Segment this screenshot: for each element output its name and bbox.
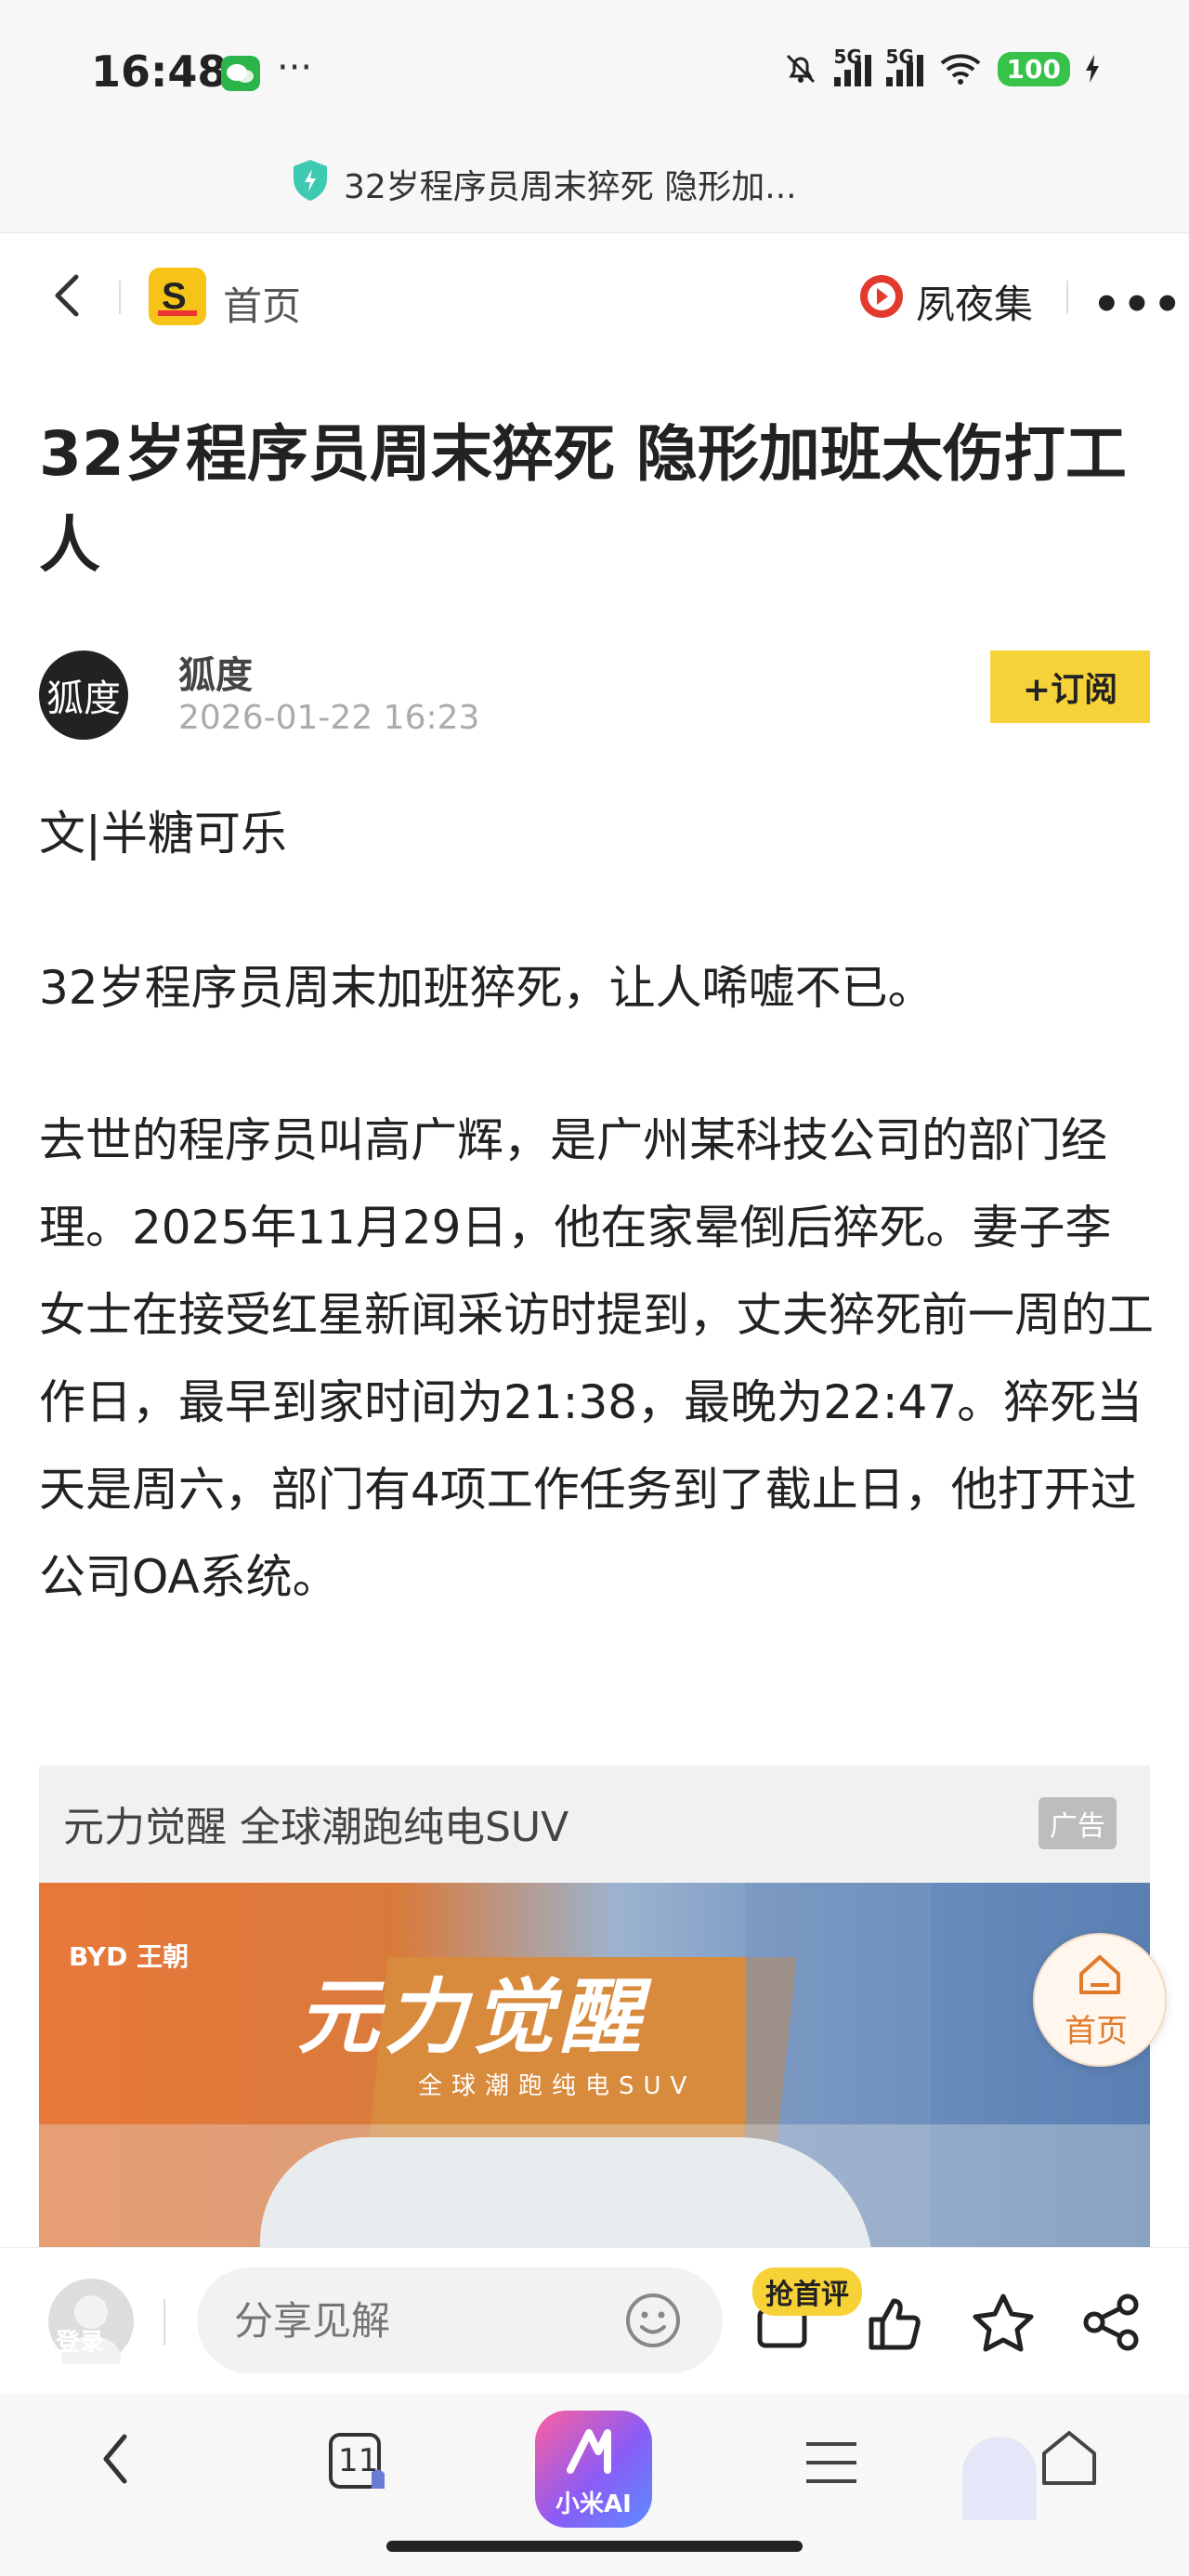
sohu-logo-icon[interactable]: S [149,268,206,325]
nav-divider [119,281,121,314]
signal-icon-2: 5G [885,46,923,86]
status-time: 16:48 [91,46,228,97]
xiaomi-ai-label[interactable]: 小米AI [555,2485,632,2519]
wechat-notification-icon [221,56,260,91]
favorite-star-icon[interactable] [972,2292,1035,2355]
ad-title[interactable]: 元力觉醒 全球潮跑纯电SUV [63,1794,568,1853]
browser-home-icon[interactable] [1039,2427,1100,2489]
signal-icon-1: 5G [833,46,871,86]
ad-badge: 广告 [1039,1797,1117,1849]
more-notifications-icon: ··· [277,46,313,89]
ad-brand-logo: BYD 王朝 [69,1941,189,1972]
page-url-title[interactable]: 32岁程序员周末猝死 隐形加... [344,160,797,208]
battery-level: 100 [997,51,1070,86]
author-name[interactable]: 狐度 [178,645,253,699]
home-link[interactable]: 首页 [223,275,301,332]
back-chevron-icon[interactable] [48,271,85,320]
comment-divider [163,2299,165,2346]
charging-icon [1086,55,1099,83]
article-paragraph-1: 32岁程序员周末加班猝死，让人唏嘘不已。 [39,961,934,1015]
nav-divider-right [1066,281,1068,314]
wifi-icon [940,54,980,85]
menu-icon[interactable] [803,2438,860,2487]
emoji-icon[interactable] [622,2290,684,2351]
channel-link[interactable]: 夙夜集 [916,273,1033,330]
more-options-icon[interactable]: ••• [1092,279,1183,331]
play-channel-icon[interactable] [858,273,905,320]
status-icons: 5G 5G 100 [782,46,1100,87]
tab-count[interactable]: 11 [338,2442,378,2479]
secure-shield-icon [294,160,327,201]
home-icon [1079,1955,1120,1994]
like-thumb-icon[interactable] [864,2293,925,2355]
ai-logo-icon [567,2429,611,2474]
first-comment-badge[interactable]: 抢首评 [752,2267,862,2316]
mute-bell-icon [786,54,815,84]
article-byline: 文|半糖可乐 [39,807,287,861]
browser-back-icon[interactable] [97,2431,134,2487]
ad-subline: 全球潮跑纯电SUV [418,2072,697,2100]
share-icon[interactable] [1081,2292,1143,2353]
login-label[interactable]: 登录 [56,2323,104,2358]
floating-home-label[interactable]: 首页 [1065,2005,1128,2051]
publish-date: 2026-01-22 16:23 [178,699,480,737]
subscribe-button[interactable]: +订阅 [990,651,1150,723]
ad-tagline: 元力觉醒 [297,1969,647,2065]
article-title: 32岁程序员周末猝死 隐形加班太伤打工人 [39,418,1127,581]
author-avatar[interactable]: 狐度 [39,651,128,740]
home-indicator[interactable] [386,2541,803,2552]
article-paragraph-2: 去世的程序员叫高广辉，是广州某科技公司的部门经理。2025年11月29日，他在家… [39,1113,1154,1604]
